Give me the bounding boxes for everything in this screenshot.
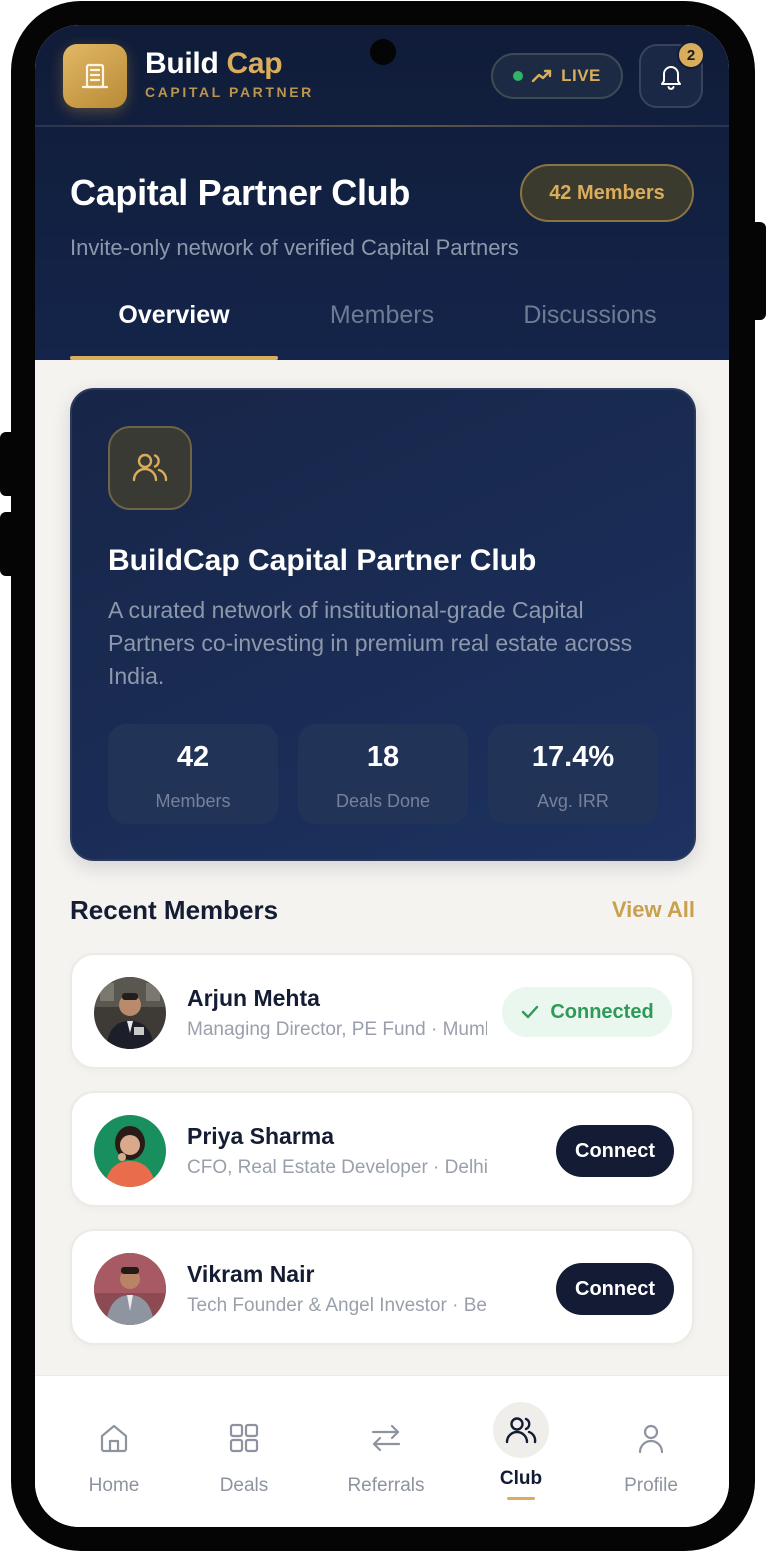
header-divider: [35, 125, 729, 127]
member-card[interactable]: Arjun Mehta Managing Director, PE Fund ·…: [70, 953, 694, 1069]
volume-down-button: [0, 512, 18, 576]
nav-label: Deals: [219, 1475, 269, 1496]
app-header: Build Cap CAPITAL PARTNER LIVE 2 Capital…: [35, 25, 729, 360]
users-icon: [493, 1402, 549, 1458]
member-role: CFO, Real Estate Developer · Delhi: [187, 1157, 487, 1178]
nav-home[interactable]: Home: [49, 1376, 179, 1527]
brand-logo[interactable]: [63, 44, 127, 108]
user-icon: [627, 1414, 675, 1462]
tab-overview[interactable]: Overview: [70, 301, 278, 330]
member-card[interactable]: Priya Sharma CFO, Real Estate Developer …: [70, 1091, 694, 1207]
active-nav-indicator: [507, 1497, 535, 1500]
stat-deals-done: 18 Deals Done: [298, 724, 468, 824]
member-role: Tech Founder & Angel Investor · Bengalur…: [187, 1295, 487, 1316]
stat-value: 17.4%: [531, 741, 615, 773]
volume-up-button: [0, 432, 18, 496]
grid-icon: [220, 1414, 268, 1462]
club-overview-card: BuildCap Capital Partner Club A curated …: [70, 388, 696, 861]
member-name: Priya Sharma: [187, 1123, 335, 1149]
club-card-title: BuildCap Capital Partner Club: [108, 544, 537, 577]
app-screen: Build Cap CAPITAL PARTNER LIVE 2 Capital…: [35, 25, 729, 1527]
building-icon: [81, 63, 109, 89]
home-icon: [90, 1414, 138, 1462]
view-all-link[interactable]: View All: [595, 897, 695, 923]
avatar: [94, 977, 166, 1049]
member-name: Vikram Nair: [187, 1261, 315, 1287]
recent-members-title: Recent Members: [70, 895, 279, 925]
nav-deals[interactable]: Deals: [179, 1376, 309, 1527]
page-subtitle: Invite-only network of verified Capital …: [70, 235, 519, 260]
connected-status-badge[interactable]: Connected: [502, 987, 672, 1037]
nav-club[interactable]: Club: [456, 1376, 586, 1527]
front-camera: [370, 39, 396, 65]
stat-value: 18: [366, 741, 400, 773]
stat-value: 42: [176, 741, 210, 773]
live-dot-icon: [513, 71, 524, 81]
tab-members[interactable]: Members: [278, 301, 486, 330]
stat-label: Members: [155, 791, 231, 811]
notification-badge: 2: [677, 41, 705, 69]
brand-subtitle: CAPITAL PARTNER: [145, 84, 314, 100]
live-status-pill[interactable]: LIVE: [491, 53, 623, 99]
nav-profile[interactable]: Profile: [586, 1376, 716, 1527]
bottom-navigation: Home Deals Referrals Club Profile: [35, 1375, 729, 1527]
stat-label: Avg. IRR: [537, 791, 609, 811]
member-role: Managing Director, PE Fund · Mumbai: [187, 1019, 487, 1040]
active-tab-indicator: [70, 356, 278, 360]
connected-label: Connected: [550, 1000, 654, 1023]
power-button: [748, 222, 766, 320]
nav-label: Home: [88, 1475, 140, 1496]
stat-members: 42 Members: [108, 724, 278, 824]
nav-label: Club: [499, 1468, 543, 1489]
trending-up-icon: [531, 69, 552, 83]
member-name: Arjun Mehta: [187, 985, 320, 1011]
live-label: LIVE: [561, 66, 601, 85]
connect-button[interactable]: Connect: [556, 1125, 674, 1177]
nav-referrals[interactable]: Referrals: [321, 1376, 451, 1527]
nav-label: Profile: [624, 1475, 678, 1496]
brand-name: Build Cap: [145, 47, 283, 80]
stat-label: Deals Done: [335, 791, 431, 811]
tab-discussions[interactable]: Discussions: [486, 301, 694, 330]
arrows-exchange-icon: [362, 1414, 410, 1462]
members-count-badge[interactable]: 42 Members: [520, 164, 694, 222]
nav-label: Referrals: [347, 1475, 425, 1496]
avatar: [94, 1253, 166, 1325]
club-card-description: A curated network of institutional-grade…: [108, 597, 633, 689]
club-icon-box: [108, 426, 192, 510]
avatar: [94, 1115, 166, 1187]
page-title: Capital Partner Club: [70, 172, 411, 213]
check-icon: [522, 1005, 539, 1019]
users-icon: [132, 453, 168, 482]
stat-avg-irr: 17.4% Avg. IRR: [488, 724, 658, 824]
member-card[interactable]: Vikram Nair Tech Founder & Angel Investo…: [70, 1229, 694, 1345]
connect-button[interactable]: Connect: [556, 1263, 674, 1315]
